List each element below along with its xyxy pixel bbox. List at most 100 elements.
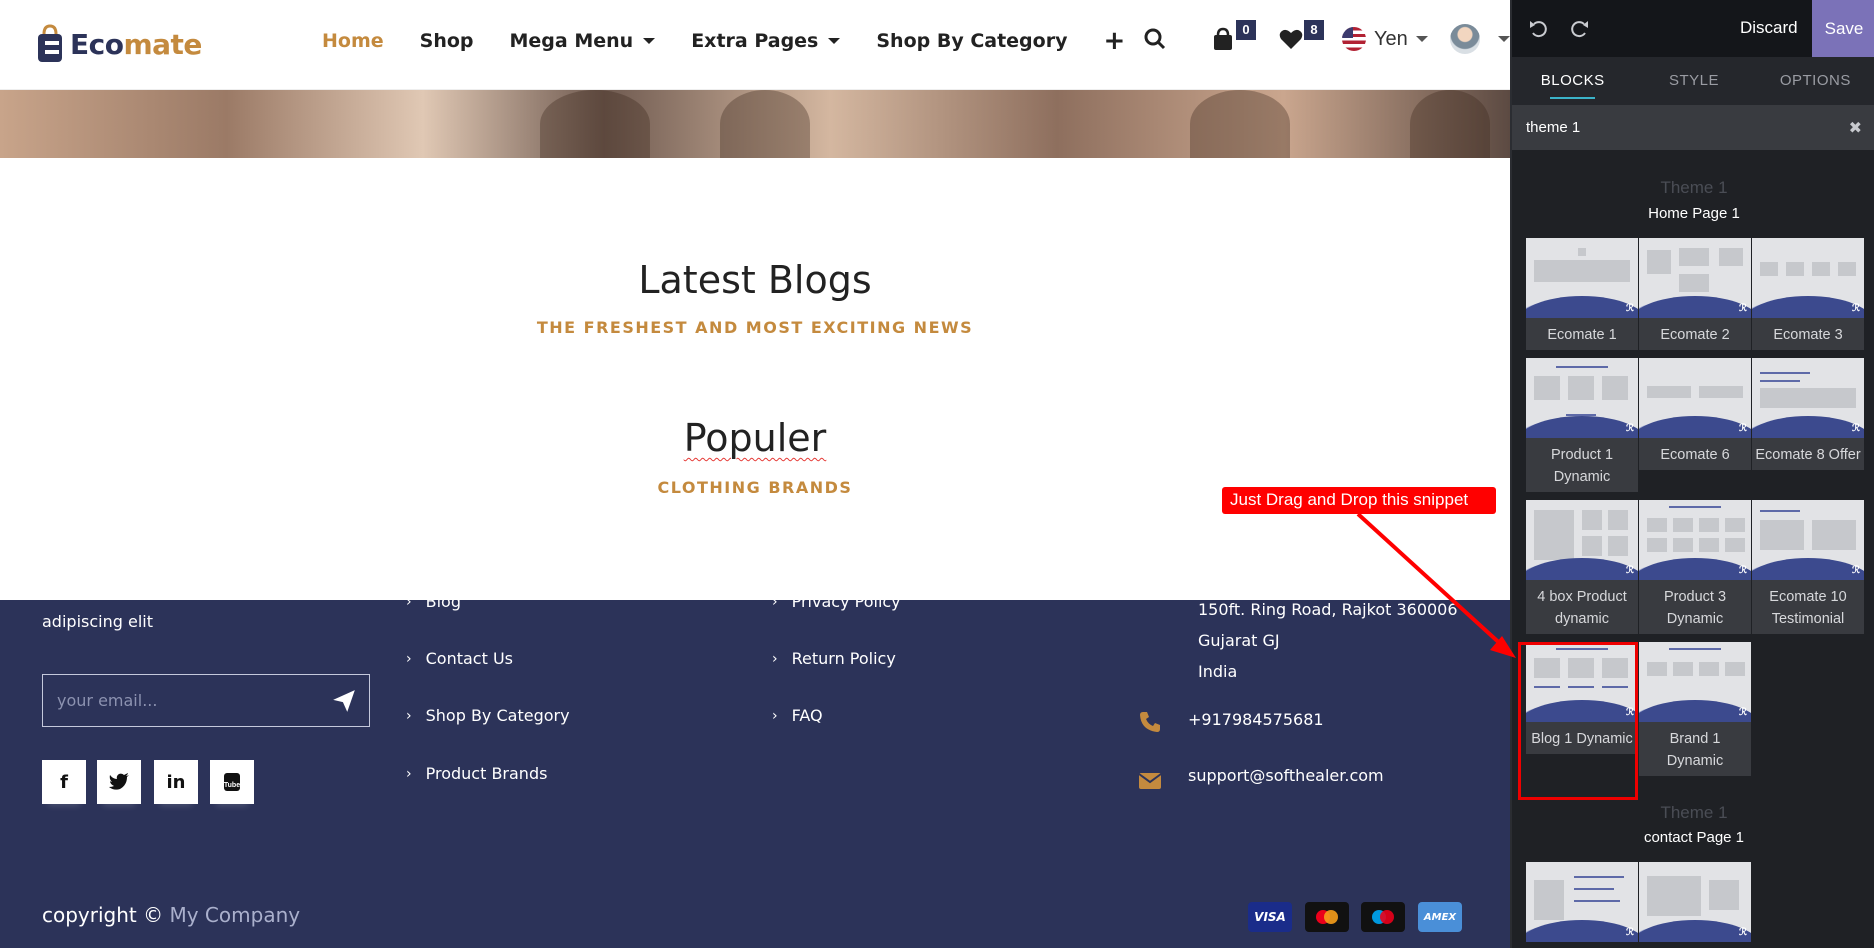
snippet-label: Ecomate 8 Offer xyxy=(1755,447,1861,463)
snippet-thumbnail: ℛ xyxy=(1639,500,1751,580)
site-footer: adipiscing elit f in Tube › Blog › Contact… xyxy=(0,592,1510,948)
payment-label: AMEX xyxy=(1423,911,1457,923)
snippet-label: Ecomate 10 Testimonial xyxy=(1769,589,1847,627)
latest-blogs-subtitle: THE FRESHEST AND MOST EXCITING NEWS xyxy=(536,318,974,337)
avatar xyxy=(1449,24,1480,54)
snippet-contact-2[interactable]: ℛ xyxy=(1639,862,1751,942)
page: Ecomate Home Shop Mega Menu Extra Pages … xyxy=(0,0,1874,948)
heart-icon xyxy=(1279,29,1303,49)
snippet-thumbnail: ℛ xyxy=(1639,862,1751,942)
snippet-card[interactable]: ℛ Ecomate 2 xyxy=(1639,238,1751,350)
snippet-thumbnail: ℛ xyxy=(1752,358,1864,438)
drag-drop-callout: Just Drag and Drop this snippet xyxy=(1222,487,1496,514)
wishlist-count-badge: 8 xyxy=(1304,20,1324,40)
undo-icon[interactable] xyxy=(1528,18,1550,40)
cart-button[interactable]: 0 xyxy=(1208,20,1256,54)
snippet-card[interactable]: ℛ Ecomate 10 Testimonial xyxy=(1752,500,1864,634)
chevron-right-icon: › xyxy=(772,593,778,610)
snippet-card[interactable]: ℛ Ecomate 6 xyxy=(1639,358,1751,470)
snippet-label: Product 3 Dynamic xyxy=(1663,589,1727,627)
us-flag-icon xyxy=(1342,27,1366,51)
latest-blogs-title: Latest Blogs xyxy=(638,258,872,302)
snippet-thumbnail: ℛ xyxy=(1639,642,1751,722)
nav-item-extra-pages[interactable]: Extra Pages xyxy=(691,30,841,52)
snippet-thumbnail: ℛ xyxy=(1526,862,1638,942)
snippet-contact-1[interactable]: ℛ xyxy=(1526,862,1638,942)
editor-sidebar: Discard Save BLOCKS STYLE OPTIONS ✖ Them… xyxy=(1510,0,1874,948)
facebook-icon[interactable]: f xyxy=(42,760,86,804)
snippet-label: 4 box Product dynamic xyxy=(1537,589,1627,627)
snippet-label: Ecomate 3 xyxy=(1773,327,1843,343)
snippet-label: Ecomate 2 xyxy=(1660,327,1730,343)
footer-link[interactable]: › Product Brands xyxy=(406,764,547,783)
maestro-card-icon xyxy=(1361,902,1405,932)
snippet-thumbnail: ℛ xyxy=(1639,238,1751,318)
user-menu[interactable] xyxy=(1449,24,1510,54)
chevron-right-icon: › xyxy=(406,707,412,724)
footer-link[interactable]: › Privacy Policy xyxy=(772,592,901,611)
save-button[interactable]: Save xyxy=(1812,0,1874,57)
snippet-card[interactable]: ℛ Ecomate 1 xyxy=(1526,238,1638,350)
newsletter-email-input[interactable] xyxy=(57,691,317,710)
address-line: India xyxy=(1198,662,1238,681)
caret-down-icon xyxy=(1415,36,1428,42)
twitter-icon[interactable] xyxy=(97,760,141,804)
footer-link[interactable]: › Blog xyxy=(406,592,461,611)
site-logo[interactable]: Ecomate xyxy=(36,24,202,64)
footer-about-text: adipiscing elit xyxy=(42,612,153,631)
logo-text-suffix: mate xyxy=(123,27,202,61)
snippet-card[interactable]: ℛ Ecomate 3 xyxy=(1752,238,1864,350)
footer-link[interactable]: › Shop By Category xyxy=(406,706,570,725)
chevron-right-icon: › xyxy=(406,650,412,667)
nav-item-shop[interactable]: Shop xyxy=(420,30,474,52)
copyright-prefix: copyright © xyxy=(42,903,164,927)
footer-link-label: Contact Us xyxy=(425,649,513,668)
linkedin-icon[interactable]: in xyxy=(154,760,198,804)
discard-button[interactable]: Discard xyxy=(1740,18,1798,38)
chevron-right-icon: › xyxy=(406,593,412,610)
snippet-thumbnail: ℛ xyxy=(1526,500,1638,580)
copyright-text: copyright © My Company xyxy=(42,903,300,927)
envelope-icon xyxy=(1138,773,1162,789)
chevron-right-icon: › xyxy=(406,765,412,782)
redo-icon[interactable] xyxy=(1568,18,1590,40)
amex-card-icon: AMEX xyxy=(1418,902,1462,932)
nav-item-shop-by-category[interactable]: Shop By Category xyxy=(876,30,1067,52)
footer-link-label: Return Policy xyxy=(791,649,896,668)
snippet-card[interactable]: ℛ Product 1 Dynamic xyxy=(1526,358,1638,492)
company-link[interactable]: My Company xyxy=(169,903,300,927)
populer-title: Populer xyxy=(0,416,1510,460)
snippet-card[interactable]: ℛ Product 3 Dynamic xyxy=(1639,500,1751,634)
currency-selector[interactable]: Yen xyxy=(1342,27,1428,51)
snippet-group-title: Theme 1 xyxy=(1660,803,1728,822)
wishlist-button[interactable]: 8 xyxy=(1276,20,1324,54)
snippet-card[interactable]: ℛ Blog 1 Dynamic xyxy=(1526,642,1638,754)
nav-label: Home xyxy=(322,30,384,52)
snippet-search-input[interactable] xyxy=(1526,119,1826,136)
nav-label: Extra Pages xyxy=(691,30,819,52)
add-menu-item-plus-icon[interactable]: + xyxy=(1103,28,1125,54)
snippet-card[interactable]: ℛ 4 box Product dynamic xyxy=(1526,500,1638,634)
youtube-icon[interactable]: Tube xyxy=(210,760,254,804)
svg-text:Tube: Tube xyxy=(224,782,240,789)
tab-blocks[interactable]: BLOCKS xyxy=(1512,57,1633,105)
logo-text: Ecomate xyxy=(70,28,202,61)
tab-style[interactable]: STYLE xyxy=(1633,57,1754,105)
address-line: 150ft. Ring Road, Rajkot 360006 xyxy=(1198,600,1458,619)
footer-link[interactable]: › FAQ xyxy=(772,706,823,725)
snippet-card[interactable]: ℛ Brand 1 Dynamic xyxy=(1639,642,1751,776)
clear-search-icon[interactable]: ✖ xyxy=(1849,118,1862,138)
website-preview: Ecomate Home Shop Mega Menu Extra Pages … xyxy=(0,0,1510,948)
snippet-card[interactable]: ℛ Ecomate 8 Offer xyxy=(1752,358,1864,470)
search-icon[interactable] xyxy=(1140,24,1170,54)
footer-link[interactable]: › Return Policy xyxy=(772,649,896,668)
footer-link[interactable]: › Contact Us xyxy=(406,649,513,668)
nav-item-mega-menu[interactable]: Mega Menu xyxy=(510,30,656,52)
snippet-thumbnail: ℛ xyxy=(1526,642,1638,722)
nav-item-home[interactable]: Home xyxy=(322,30,384,52)
payment-label: VISA xyxy=(1254,910,1286,924)
send-icon[interactable] xyxy=(331,688,357,714)
snippet-label: Brand 1 Dynamic xyxy=(1666,731,1724,769)
tab-options[interactable]: OPTIONS xyxy=(1755,57,1874,105)
caret-down-icon xyxy=(643,38,656,44)
